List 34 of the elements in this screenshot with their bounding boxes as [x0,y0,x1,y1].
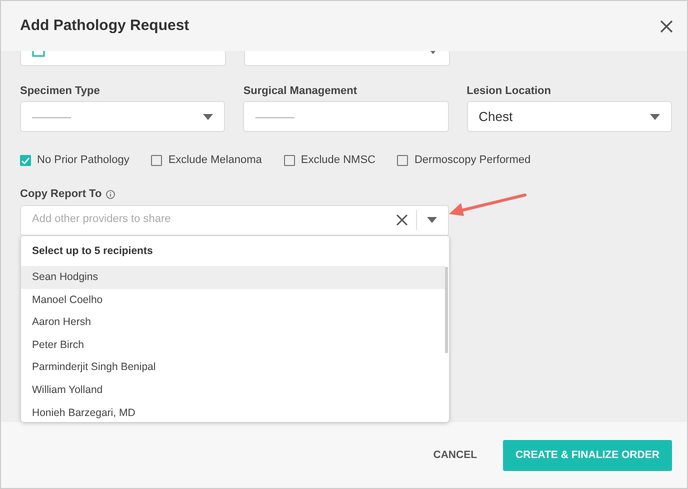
dropdown-option[interactable]: Sean Hodgins [21,266,445,289]
field-label: Copy Report To [20,188,102,202]
caret-icon [650,114,660,120]
checkbox[interactable] [284,155,295,166]
dropdown-option[interactable]: Honieh Barzegari, MD [21,402,445,422]
close-button[interactable] [658,18,675,34]
dialog-title: Add Pathology Request [20,17,190,35]
input-field[interactable]: Add other providers to share [21,213,396,227]
dropdown-option[interactable]: Manoel Coelho [21,288,445,312]
caret-icon[interactable] [427,217,437,224]
caret-icon [203,114,214,120]
info-icon [106,190,115,200]
checkbox[interactable] [20,155,31,166]
dropdown-option[interactable]: Parminderjit Singh Benipal [21,356,445,379]
input-field[interactable]: ——— [255,108,437,124]
dropdown-option[interactable]: Aaron Hersh [21,311,445,334]
cancel-button[interactable]: CANCEL [425,440,485,470]
field-label: Specimen Type [20,85,101,98]
scrollbar[interactable] [445,267,448,353]
text-field[interactable]: ——— [243,101,449,132]
dropdown-heading: Select up to 5 recipients [31,244,154,259]
dropdown-option[interactable]: Peter Birch [21,334,445,356]
recipients-dropdown[interactable]: Add other providers to share [20,204,449,236]
checkbox[interactable] [151,155,162,166]
select-field[interactable]: Chest [466,101,672,132]
field-label: Surgical Management [243,85,358,98]
clear-icon[interactable] [396,214,408,226]
checkbox-label: Exclude NMSC [300,154,376,168]
checkbox-label: Exclude Melanoma [168,154,262,168]
checkbox-label: Dermoscopy Performed [414,154,531,168]
checkbox[interactable] [397,155,408,166]
dropdown-option[interactable]: William Yolland [21,378,445,402]
field-label: Lesion Location [466,85,552,98]
checkbox-label: No Prior Pathology [37,154,130,168]
